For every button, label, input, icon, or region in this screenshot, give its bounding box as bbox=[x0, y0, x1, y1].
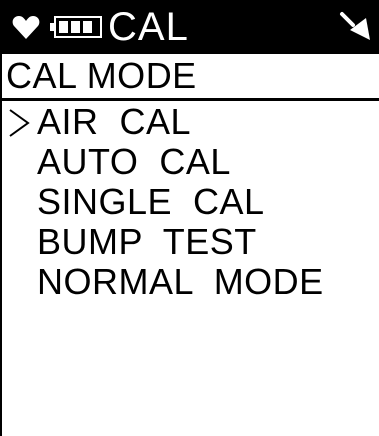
menu-item-air-cal[interactable]: AIR CAL bbox=[0, 102, 379, 142]
menu-item-bump-test[interactable]: BUMP TEST bbox=[0, 222, 379, 262]
menu-item-label: BUMP TEST bbox=[37, 221, 257, 262]
menu-item-single-cal[interactable]: SINGLE CAL bbox=[0, 182, 379, 222]
menu-item-label: AIR CAL bbox=[37, 101, 192, 142]
menu-item-auto-cal[interactable]: AUTO CAL bbox=[0, 142, 379, 182]
mode-title: CAL bbox=[108, 5, 189, 49]
menu-item-label: SINGLE CAL bbox=[37, 181, 265, 222]
menu-item-label: AUTO CAL bbox=[37, 141, 231, 182]
menu-item-label: NORMAL MODE bbox=[37, 261, 324, 302]
battery-icon bbox=[50, 16, 102, 38]
menu-item-normal-mode[interactable]: NORMAL MODE bbox=[0, 262, 379, 302]
subtitle-text: CAL MODE bbox=[6, 55, 197, 96]
heart-icon bbox=[12, 16, 40, 39]
status-header: CAL bbox=[0, 0, 379, 54]
beep-icon bbox=[340, 12, 370, 40]
screen-subtitle: CAL MODE bbox=[0, 55, 379, 101]
device-screen: CAL CAL MODE AIR CAL AUTO CAL SINGLE CAL… bbox=[0, 0, 379, 436]
chevron-right-icon bbox=[9, 109, 30, 137]
